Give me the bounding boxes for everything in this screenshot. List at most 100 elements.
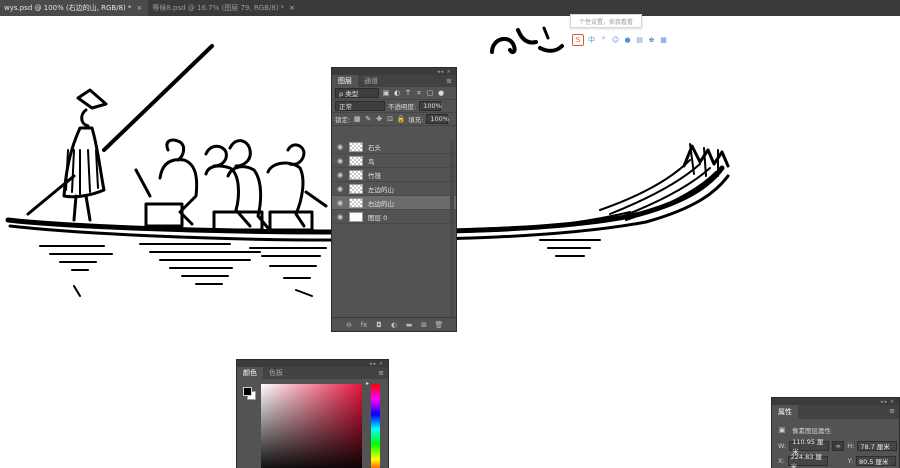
document-tab-label: 等候8.psd @ 16.7% (图层 79, RGB/8) * [152,4,285,12]
hue-slider[interactable] [371,384,380,468]
filter-type-icon[interactable]: T [404,89,412,97]
foreground-color-swatch[interactable] [243,387,252,396]
eye-icon[interactable]: ◉ [336,143,344,151]
size-row: W: 110.95 厘米 ∞ H: 78.7 厘米 [778,438,898,456]
layer-thumbnail [349,155,363,166]
blend-row: 正常 不透明度: 100% [332,100,456,113]
panel-grip[interactable]: ◂◂ × [237,360,388,367]
keyboard-icon[interactable]: ▤ [635,35,644,44]
layer-thumbnail [349,183,363,194]
layer-thumbnail [349,211,363,222]
layers-panel-tabs: 图层 通道 ≡ [332,75,456,87]
punctuation-icon[interactable]: ° [599,35,608,44]
eye-icon[interactable]: ◉ [336,157,344,165]
lock-position-icon[interactable]: ✥ [375,115,383,123]
layer-list: ◉ 石头 ◉ 鸟 ◉ 竹筏 ◉ 左边的山 ◉ 右边的山 ◉ 图层 0 [332,140,456,224]
layer-row[interactable]: ◉ 鸟 [332,154,456,168]
width-field[interactable]: 110.95 厘米 [789,438,830,456]
layer-thumbnail [349,197,363,208]
layers-footer: ⊖ fx ◘ ◐ ▬ ⊞ 🗑 [332,317,456,331]
layer-row[interactable]: ◉ 竹筏 [332,168,456,182]
tab-swatches[interactable]: 色板 [263,367,289,379]
ime-tooltip: 个性设置，依我看看 [570,14,642,28]
lock-all-icon[interactable]: 🔒 [397,115,406,123]
filter-adjustment-icon[interactable]: ◐ [393,89,401,97]
document-tab-dengdeng[interactable]: 等候8.psd @ 16.7% (图层 79, RGB/8) * × [148,0,301,16]
layer-row[interactable]: ◉ 左边的山 [332,182,456,196]
tab-channels[interactable]: 通道 [358,75,384,87]
s-logo-icon[interactable]: S [572,33,584,46]
tab-color[interactable]: 颜色 [237,367,263,379]
properties-panel: ◂◂ × 属性 ≡ ▣ 像素图层属性 W: 110.95 厘米 ∞ H: 78.… [771,397,900,468]
layer-row-selected[interactable]: ◉ 右边的山 [332,196,456,210]
document-tab-bar: wys.psd @ 100% (右边的山, RGB/8) * × 等候8.psd… [0,0,900,16]
tab-properties[interactable]: 属性 [772,405,798,419]
close-icon[interactable]: × [137,4,143,12]
eye-icon[interactable]: ◉ [336,199,344,207]
lock-paint-icon[interactable]: ✎ [364,115,372,123]
lock-transparent-icon[interactable]: ▦ [353,115,361,123]
group-folder-icon[interactable]: ▬ [405,321,414,329]
color-panel-tabs: 颜色 色板 ≡ [237,367,388,379]
layer-name: 竹筏 [368,171,381,180]
x-field[interactable]: 224.83 厘米 [787,453,828,468]
lock-row: 锁定: ▦ ✎ ✥ ⊡ 🔒 填充: 100% [332,113,456,126]
layer-name: 鸟 [368,157,375,166]
hue-marker-icon: ▸ [366,380,370,387]
color-panel: ◂◂ × 颜色 色板 ≡ ▸ [236,359,389,468]
eye-icon[interactable]: ◉ [336,213,344,221]
trash-icon[interactable]: 🗑 [435,321,444,329]
filter-pixel-icon[interactable]: ▣ [382,89,390,97]
lock-artboard-icon[interactable]: ⊡ [386,115,394,123]
lock-label: 锁定: [335,116,351,124]
adjustment-icon[interactable]: ◐ [390,321,399,329]
y-label: Y: [847,457,853,465]
properties-header: ▣ 像素图层属性 [772,419,899,441]
height-field[interactable]: 78.7 厘米 [857,441,898,451]
pixel-layer-icon: ▣ [778,426,786,434]
skin-icon[interactable]: ♚ [647,35,656,44]
layers-scrollbar[interactable] [450,141,454,319]
properties-subtitle: 像素图层属性 [792,427,831,435]
document-tab-wys[interactable]: wys.psd @ 100% (右边的山, RGB/8) * × [0,0,149,16]
filter-smart-object-icon[interactable]: ▢ [426,89,434,97]
new-layer-icon[interactable]: ⊞ [420,321,429,329]
tab-layers[interactable]: 图层 [332,75,358,87]
layer-thumbnail [349,169,363,180]
w-label: W: [778,442,787,450]
fill-field[interactable]: 100% [426,114,449,124]
eye-icon[interactable]: ◉ [336,171,344,179]
toolbox-icon[interactable]: ▦ [659,35,668,44]
layer-name: 左边的山 [368,185,394,194]
layer-row[interactable]: ◉ 图层 0 [332,210,456,224]
layer-name: 右边的山 [368,199,394,208]
panel-menu-icon[interactable]: ≡ [446,77,452,85]
fill-label: 填充: [408,116,424,124]
layer-name: 图层 0 [368,213,388,222]
opacity-field[interactable]: 100% [419,101,442,111]
layer-row[interactable]: ◉ 石头 [332,140,456,154]
ime-toolbar[interactable]: S 中 ° ☺ ● ▤ ♚ ▦ [572,33,668,46]
chinese-mode-icon[interactable]: 中 [587,35,596,44]
emoji-icon[interactable]: ☺ [611,35,620,44]
panel-grip[interactable]: ◂◂ × [332,68,456,75]
layer-filter-row: ρ 类型 ▣ ◐ T ⌗ ▢ ● [332,87,456,100]
layer-filter-select[interactable]: ρ 类型 [335,88,379,98]
y-field[interactable]: 80.5 厘米 [855,456,896,466]
panel-grip[interactable]: ◂◂ × [772,398,899,405]
filter-shape-icon[interactable]: ⌗ [415,89,423,97]
link-icon[interactable]: ∞ [832,441,845,451]
close-icon[interactable]: × [289,4,295,12]
filter-toggle-icon[interactable]: ● [437,89,445,97]
layer-name: 石头 [368,143,381,152]
fx-icon[interactable]: fx [360,321,369,329]
voice-icon[interactable]: ● [623,35,632,44]
blend-mode-select[interactable]: 正常 [335,101,385,111]
panel-menu-icon[interactable]: ≡ [378,369,384,377]
h-label: H: [847,442,855,450]
link-layers-icon[interactable]: ⊖ [345,321,354,329]
eye-icon[interactable]: ◉ [336,185,344,193]
panel-menu-icon[interactable]: ≡ [889,407,895,415]
mask-icon[interactable]: ◘ [375,321,384,329]
color-field[interactable] [261,384,362,468]
